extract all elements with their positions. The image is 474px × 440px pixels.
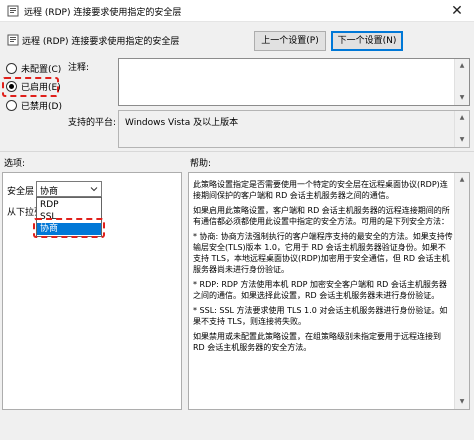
platform-value: Windows Vista 及以上版本 xyxy=(125,118,239,128)
help-scrollbar[interactable]: ▲ ▼ xyxy=(454,173,469,409)
scroll-down-icon[interactable]: ▼ xyxy=(455,395,469,409)
next-setting-button[interactable]: 下一个设置(N) xyxy=(331,31,403,51)
title-bar: 远程 (RDP) 连接要求使用指定的安全层 ✕ xyxy=(0,0,474,22)
scroll-down-icon[interactable]: ▼ xyxy=(455,133,469,147)
scroll-down-icon[interactable]: ▼ xyxy=(455,91,469,105)
prev-setting-button[interactable]: 上一个设置(P) xyxy=(254,31,326,51)
close-icon[interactable]: ✕ xyxy=(440,0,474,22)
divider xyxy=(0,151,474,152)
radio-label: 已禁用(D) xyxy=(21,102,62,112)
help-label: 帮助: xyxy=(190,159,212,169)
help-paragraph: 如果禁用或未配置此策略设置，在组策略级别未指定要用于远程连接到 RD 会话主机服… xyxy=(193,332,441,352)
help-paragraph: * SSL: SSL 方法要求使用 TLS 1.0 对会话主机服务器进行身份验证… xyxy=(193,306,448,326)
comment-label: 注释: xyxy=(68,63,90,73)
security-layer-combobox[interactable]: 协商 xyxy=(36,181,102,197)
help-paragraph: 此策略设置指定是否需要使用一个特定的安全层在远程桌面协议(RDP)连接期间保护的… xyxy=(193,180,448,200)
help-text: 此策略设置指定是否需要使用一个特定的安全层在远程桌面协议(RDP)连接期间保护的… xyxy=(193,179,453,357)
scroll-up-icon[interactable]: ▲ xyxy=(455,111,469,125)
security-layer-label: 安全层 xyxy=(7,187,35,197)
radio-circle[interactable] xyxy=(6,63,17,74)
platform-box: Windows Vista 及以上版本 ▲ ▼ xyxy=(118,110,470,148)
radio-circle-checked[interactable] xyxy=(6,81,17,92)
help-paragraph: * 协商: 协商方法强制执行的客户端程序支持的最安全的方法。如果支持传输层安全(… xyxy=(193,232,453,274)
scroll-up-icon[interactable]: ▲ xyxy=(455,59,469,73)
window-title: 远程 (RDP) 连接要求使用指定的安全层 xyxy=(24,8,182,18)
platform-label: 支持的平台: xyxy=(68,118,117,128)
help-panel: 此策略设置指定是否需要使用一个特定的安全层在远程桌面协议(RDP)连接期间保护的… xyxy=(188,172,470,410)
help-paragraph: 如果启用此策略设置，客户端和 RD 会话主机服务器的远程连接期间的所有通信都必须… xyxy=(193,206,450,226)
radio-label: 已启用(E) xyxy=(21,83,61,93)
options-label: 选项: xyxy=(4,159,26,169)
policy-icon xyxy=(7,34,19,46)
security-layer-value: 协商 xyxy=(40,187,59,197)
chevron-down-icon[interactable] xyxy=(90,185,98,193)
annotation-box xyxy=(33,218,105,238)
radio-circle[interactable] xyxy=(6,100,17,111)
radio-label: 未配置(C) xyxy=(21,65,62,75)
dropdown-item-rdp[interactable]: RDP xyxy=(37,199,101,211)
comment-textarea[interactable]: ▲ ▼ xyxy=(118,58,470,106)
policy-name: 远程 (RDP) 连接要求使用指定的安全层 xyxy=(22,37,180,47)
scroll-up-icon[interactable]: ▲ xyxy=(455,173,469,187)
help-paragraph: * RDP: RDP 方法使用本机 RDP 加密安全客户端和 RD 会话主机服务… xyxy=(193,280,447,300)
comment-scrollbar[interactable]: ▲ ▼ xyxy=(454,59,469,105)
policy-icon xyxy=(7,5,19,17)
platform-scrollbar[interactable]: ▲ ▼ xyxy=(454,111,469,147)
